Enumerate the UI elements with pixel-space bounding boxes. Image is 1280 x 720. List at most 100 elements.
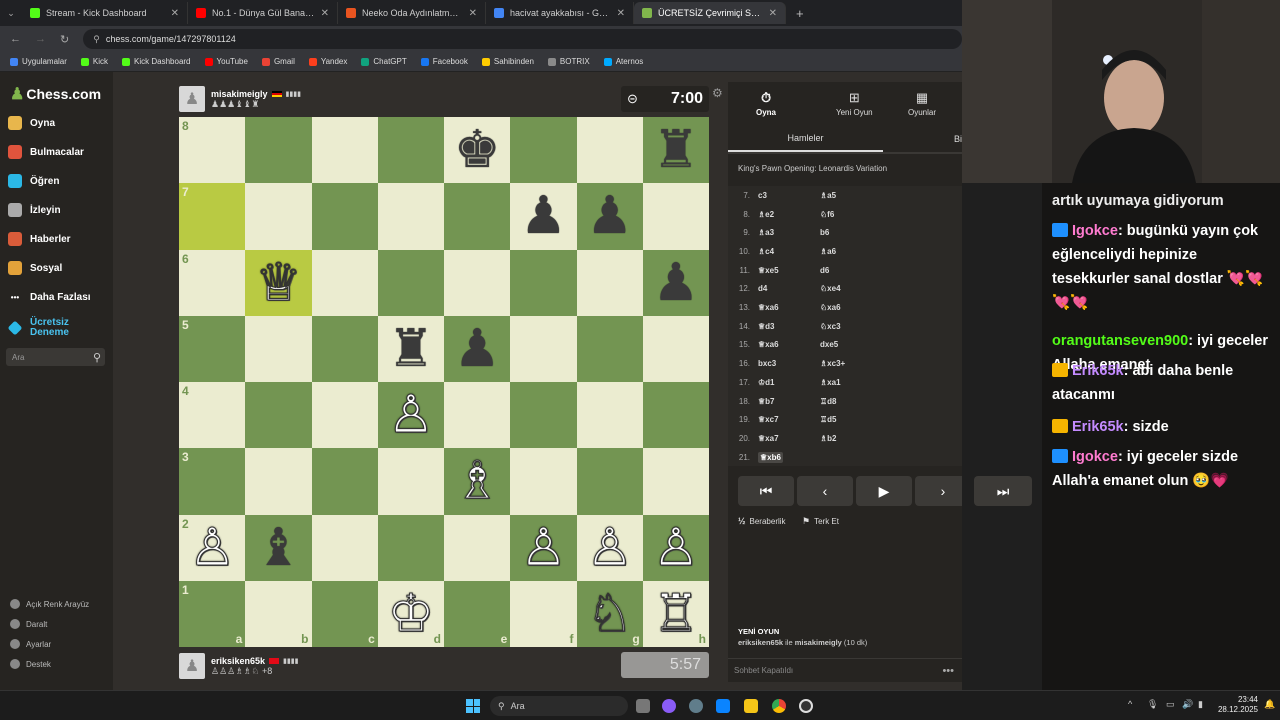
- square-a4[interactable]: 4: [179, 382, 246, 449]
- sidebar-item-news[interactable]: Haberler: [8, 232, 71, 246]
- sidebar-item-learn[interactable]: Öğren: [8, 174, 59, 188]
- square-d2[interactable]: [377, 514, 444, 581]
- piece-f2[interactable]: ♙: [520, 521, 568, 574]
- black-move[interactable]: ♘f6: [820, 210, 880, 219]
- draw-button[interactable]: ½ Beraberlik: [738, 516, 786, 526]
- piece-d4[interactable]: ♙: [387, 389, 435, 442]
- black-move[interactable]: ♖d5: [820, 415, 880, 424]
- square-e5[interactable]: ♟: [444, 315, 511, 382]
- battery-icon[interactable]: ▮: [1198, 699, 1203, 710]
- sidebar-item-watch[interactable]: İzleyin: [8, 203, 61, 217]
- square-a7[interactable]: 7: [179, 183, 246, 250]
- piece-b6[interactable]: ♕: [255, 256, 303, 309]
- board-settings-gear-icon[interactable]: ⚙: [712, 86, 723, 100]
- bottom-player-avatar[interactable]: ♟: [179, 653, 205, 679]
- resign-button[interactable]: ⚑ Terk Et: [802, 516, 839, 527]
- new-tab-icon[interactable]: +: [796, 6, 804, 21]
- square-c1[interactable]: c: [311, 580, 378, 647]
- square-d6[interactable]: [377, 249, 444, 316]
- white-move[interactable]: ♗c4: [758, 247, 820, 256]
- browser-tab[interactable]: Neeko Oda Aydınlatma Sistem ✕: [338, 2, 486, 24]
- piece-h6[interactable]: ♟: [653, 257, 700, 309]
- black-move[interactable]: ♘xe4: [820, 284, 880, 293]
- sidebar-item-social[interactable]: Sosyal: [8, 261, 62, 275]
- square-d7[interactable]: [377, 183, 444, 250]
- square-h8[interactable]: ♜: [642, 117, 709, 184]
- square-c6[interactable]: [311, 249, 378, 316]
- chat-username[interactable]: Igokce: [1072, 223, 1118, 239]
- square-b1[interactable]: b: [245, 580, 312, 647]
- site-info-icon[interactable]: ⚲: [93, 34, 100, 45]
- square-f8[interactable]: [510, 117, 577, 184]
- square-g1[interactable]: g ♘: [576, 580, 643, 647]
- square-h3[interactable]: [642, 448, 709, 515]
- square-h5[interactable]: [642, 315, 709, 382]
- browser-tab[interactable]: hacivat ayakkabısı - Google'da ✕: [486, 2, 634, 24]
- piece-e5[interactable]: ♟: [454, 323, 501, 375]
- piece-d5[interactable]: ♜: [388, 323, 435, 375]
- square-f4[interactable]: [510, 382, 577, 449]
- bookmark-item[interactable]: ChatGPT: [361, 57, 407, 66]
- white-move[interactable]: ♕xa6: [758, 340, 820, 349]
- sidebar-item-free-trial[interactable]: Ücretsiz Deneme: [7, 318, 69, 338]
- piece-h8[interactable]: ♜: [653, 124, 700, 176]
- square-f5[interactable]: [510, 315, 577, 382]
- square-b2[interactable]: ♝: [245, 514, 312, 581]
- bookmark-item[interactable]: BOTRIX: [547, 57, 590, 66]
- white-move[interactable]: ♕xa6: [758, 303, 820, 312]
- obs-icon[interactable]: [799, 699, 813, 713]
- piece-h2[interactable]: ♙: [652, 521, 700, 574]
- bookmark-item[interactable]: Facebook: [420, 57, 468, 66]
- white-move[interactable]: ♕xb6: [758, 451, 820, 463]
- tab-close-icon[interactable]: ✕: [171, 8, 179, 19]
- tab-close-icon[interactable]: ✕: [769, 8, 777, 19]
- sidebar-search-input[interactable]: Ara ⚲: [6, 348, 105, 366]
- square-h6[interactable]: ♟: [642, 249, 709, 316]
- tray-chevron-icon[interactable]: ^: [1128, 699, 1132, 709]
- move-list[interactable]: 7. c3 ♗a5 11.2s 4.1s 8. ♗e2 ♘f6 9.4s 9.3s 9. ♗a3 b6 1…: [728, 186, 962, 466]
- square-e7[interactable]: [444, 183, 511, 250]
- sidebar-footer-settings[interactable]: Ayarlar: [10, 639, 51, 649]
- square-e1[interactable]: e: [444, 580, 511, 647]
- black-move[interactable]: b6: [820, 228, 880, 237]
- square-c7[interactable]: [311, 183, 378, 250]
- previous-move-button[interactable]: ‹: [797, 476, 853, 506]
- white-move[interactable]: ♕d3: [758, 322, 820, 331]
- square-h4[interactable]: [642, 382, 709, 449]
- square-a2[interactable]: 2 ♙: [179, 514, 246, 581]
- square-b4[interactable]: [245, 382, 312, 449]
- square-c3[interactable]: [311, 448, 378, 515]
- square-c4[interactable]: [311, 382, 378, 449]
- square-f2[interactable]: ♙: [510, 514, 577, 581]
- square-a1[interactable]: 1a: [179, 580, 246, 647]
- task-view-icon[interactable]: [636, 699, 650, 713]
- square-g4[interactable]: [576, 382, 643, 449]
- tab-new-game[interactable]: ⊞ Yeni Oyun: [836, 90, 873, 117]
- square-g6[interactable]: [576, 249, 643, 316]
- black-move[interactable]: ♘xa6: [820, 303, 880, 312]
- white-move[interactable]: ♗e2: [758, 210, 820, 219]
- square-b8[interactable]: [245, 117, 312, 184]
- square-b3[interactable]: [245, 448, 312, 515]
- white-move[interactable]: ♕xe5: [758, 266, 820, 275]
- piece-a2[interactable]: ♙: [188, 521, 236, 574]
- square-g2[interactable]: ♙: [576, 514, 643, 581]
- bottom-player-name[interactable]: eriksiken65k: [211, 656, 265, 666]
- black-move[interactable]: ♗a6: [820, 247, 880, 256]
- bookmark-item[interactable]: Aternos: [603, 57, 643, 66]
- chess-board[interactable]: 8 ♚ ♜ 7 ♟ ♟ 6 ♕ ♟ 5 ♜ ♟ 4 ♙ 3 ♗ 2 ♙ ♝ ♙ ♙ ♙ 1 a b c d ♔ e f g ♘ h ♖: [179, 117, 709, 647]
- black-move[interactable]: ♗b2: [820, 434, 880, 443]
- black-move[interactable]: d6: [820, 266, 880, 275]
- chat-username[interactable]: Erik65k: [1072, 363, 1124, 379]
- notification-icon[interactable]: 🔔: [1264, 699, 1275, 710]
- reload-icon[interactable]: ↻: [60, 33, 69, 46]
- next-move-button[interactable]: ›: [915, 476, 962, 506]
- chat-username[interactable]: Erik65k: [1072, 419, 1124, 435]
- bookmark-item[interactable]: Sahibinden: [481, 57, 534, 66]
- sidebar-footer-light-theme[interactable]: Açık Renk Arayüz: [10, 599, 89, 609]
- square-a8[interactable]: 8: [179, 117, 246, 184]
- sidebar-item-puzzles[interactable]: Bulmacalar: [8, 145, 84, 159]
- mic-icon[interactable]: 🎙: [1147, 699, 1158, 710]
- square-d4[interactable]: ♙: [377, 382, 444, 449]
- piece-h1[interactable]: ♖: [652, 587, 700, 640]
